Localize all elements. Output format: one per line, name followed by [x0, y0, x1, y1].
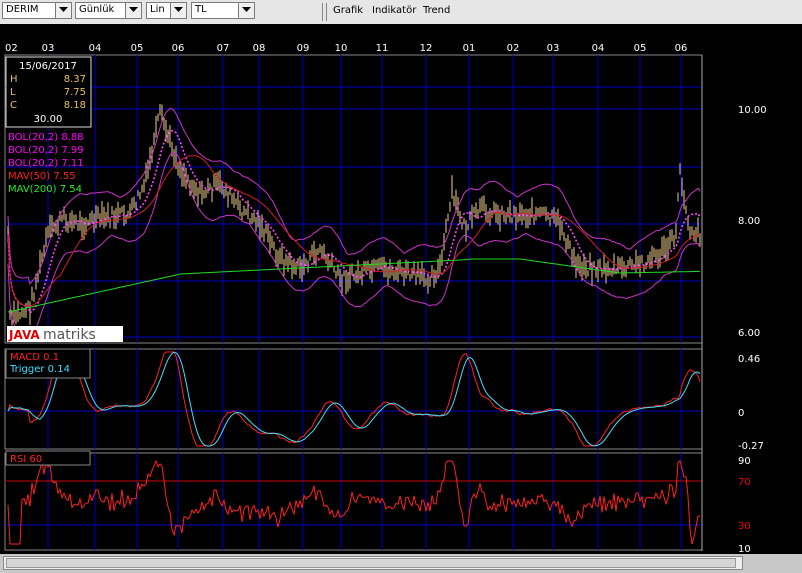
rsi-y-tick: 70 — [738, 477, 751, 488]
logo-java: JAVA — [8, 328, 40, 342]
chevron-down-icon[interactable] — [238, 3, 254, 18]
info-h-value: 8.37 — [64, 74, 86, 85]
price-legend-item: MAV(200) 7.54 — [8, 184, 82, 195]
month-label: 04 — [89, 43, 102, 54]
info-c-value: 8.18 — [64, 100, 86, 111]
month-label: 01 — [463, 43, 476, 54]
macd-y-tick: 0 — [738, 408, 744, 419]
month-label: 11 — [376, 43, 389, 54]
month-label: 05 — [131, 43, 144, 54]
chevron-down-icon[interactable] — [170, 3, 186, 18]
price-legend: BOL(20,2) 8.88 BOL(20,2) 7.99 BOL(20,2) 7.… — [8, 132, 84, 195]
macd-legend-item: MACD 0.1 — [10, 352, 59, 363]
price-legend-item: MAV(50) 7.55 — [8, 171, 76, 182]
scrollbar-thumb[interactable] — [6, 558, 736, 568]
rsi-legend-item: RSI 60 — [10, 454, 42, 465]
chart-area[interactable]: 02 03 04 05 06 07 08 09 10 11 12 01 02 03 04 05 06 10.00… — [0, 24, 802, 554]
period-value: Günlük — [79, 4, 115, 15]
info-date: 15/06/2017 — [19, 61, 77, 72]
horizontal-scrollbar[interactable] — [3, 556, 743, 570]
month-label: 05 — [634, 43, 647, 54]
info-h-label: H — [10, 74, 18, 85]
month-label: 02 — [507, 43, 520, 54]
month-label: 02 — [5, 43, 18, 54]
menu-trend[interactable]: Trend — [423, 5, 450, 16]
toolbar: DERIM Günlük Lin TL Grafik Indikatör Tre… — [0, 0, 802, 25]
info-l-label: L — [10, 87, 16, 98]
macd-legend-item: Trigger 0.14 — [9, 364, 70, 375]
price-legend-item: BOL(20,2) 8.88 — [8, 132, 84, 143]
price-legend-item: BOL(20,2) 7.99 — [8, 145, 84, 156]
scale-value: Lin — [150, 4, 165, 15]
logo-matriks: matriks — [43, 327, 96, 343]
rsi-legend: RSI 60 — [5, 450, 91, 466]
info-volume: 30.00 — [34, 114, 63, 125]
month-label: 06 — [675, 43, 688, 54]
month-label: 09 — [297, 43, 310, 54]
macd-y-tick: -0.27 — [738, 441, 764, 452]
toolbar-separator — [322, 3, 323, 21]
chevron-down-icon[interactable] — [125, 3, 141, 18]
status-bar — [0, 554, 802, 573]
month-label: 06 — [172, 43, 185, 54]
month-label: 12 — [420, 43, 433, 54]
rsi-y-tick: 90 — [738, 456, 751, 467]
month-label: 08 — [253, 43, 266, 54]
currency-value: TL — [195, 4, 207, 15]
chevron-down-icon[interactable] — [55, 3, 71, 18]
info-c-label: C — [10, 100, 17, 111]
currency-dropdown[interactable]: TL — [191, 2, 255, 19]
info-l-value: 7.75 — [64, 87, 86, 98]
rsi-y-tick: 30 — [738, 521, 751, 532]
price-y-tick: 8.00 — [738, 216, 760, 227]
java-matriks-logo: JAVA matriks — [7, 326, 123, 343]
symbol-value: DERIM — [6, 4, 39, 15]
menu-grafik[interactable]: Grafik — [333, 5, 363, 16]
price-y-tick: 6.00 — [738, 328, 760, 339]
info-box: 15/06/2017 H 8.37 L 7.75 C 8.18 30.00 — [5, 56, 92, 128]
month-label: 07 — [217, 43, 230, 54]
month-label: 03 — [547, 43, 560, 54]
price-legend-item: BOL(20,2) 7.11 — [8, 158, 84, 169]
month-label: 04 — [592, 43, 605, 54]
macd-y-tick: 0.46 — [738, 354, 760, 365]
month-label: 03 — [42, 43, 55, 54]
rsi-y-tick: 10 — [738, 544, 751, 554]
price-y-tick: 10.00 — [738, 105, 767, 116]
period-dropdown[interactable]: Günlük — [75, 2, 142, 19]
menu-indikator[interactable]: Indikatör — [372, 5, 416, 16]
symbol-dropdown[interactable]: DERIM — [2, 2, 72, 19]
macd-legend: MACD 0.1Trigger 0.14 — [5, 348, 91, 379]
scale-dropdown[interactable]: Lin — [146, 2, 187, 19]
toolbar-separator — [326, 3, 327, 21]
month-label: 10 — [335, 43, 348, 54]
